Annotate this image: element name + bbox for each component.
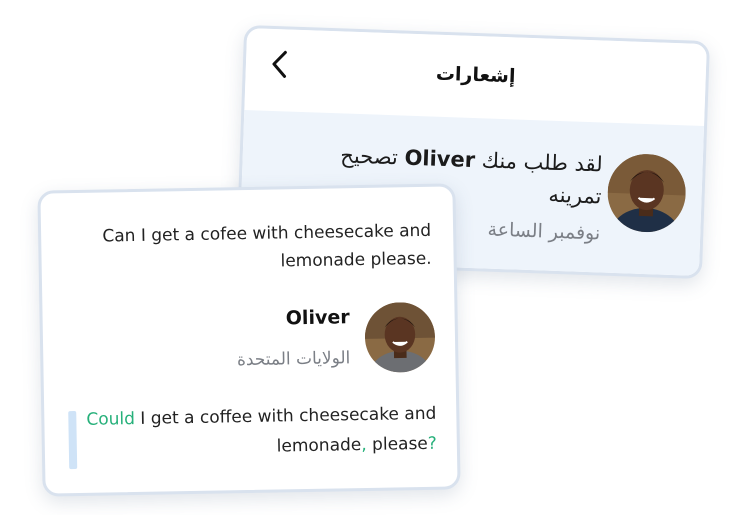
corrected-text: I get a cof [134, 407, 232, 430]
notification-user-name: Oliver [404, 145, 476, 173]
corrected-sentence: Could I get a coffee with cheesecake and… [86, 399, 437, 465]
notification-message-prefix: لقد طلب منك [481, 148, 604, 177]
correction-highlight: Could [86, 409, 136, 430]
avatar [606, 152, 688, 234]
corrected-text: please [366, 433, 428, 455]
page-title: إشعارات [435, 62, 516, 88]
user-name: Oliver [285, 306, 350, 330]
correction-indicator [68, 411, 78, 470]
notifications-header: إشعارات [244, 28, 707, 127]
correction-highlight: ? [427, 433, 438, 454]
avatar [364, 301, 436, 373]
correction-card: Can I get a cofee with cheesecake and le… [37, 183, 461, 497]
original-sentence: Can I get a cofee with cheesecake and le… [102, 220, 432, 272]
user-country: الولايات المتحدة [236, 348, 351, 371]
